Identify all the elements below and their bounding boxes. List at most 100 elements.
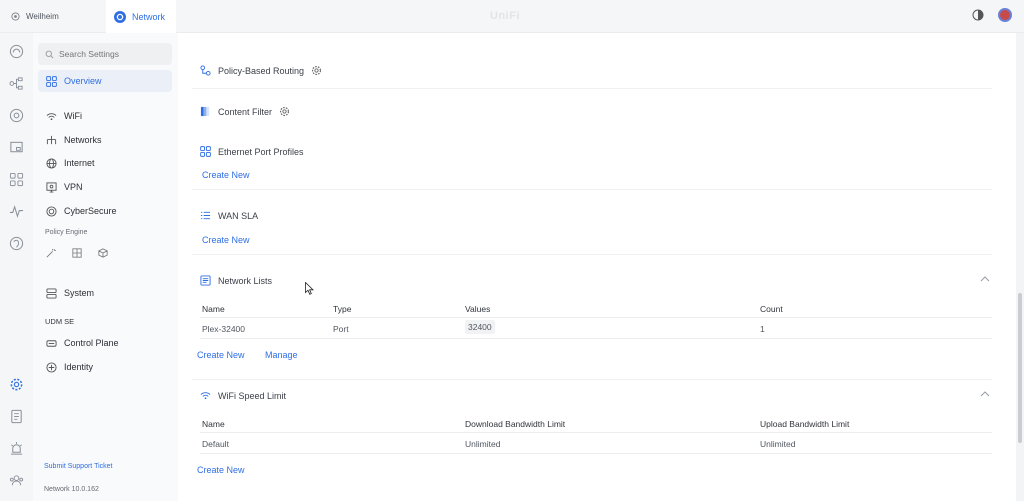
policy-routing-title: Policy-Based Routing [218,65,305,76]
theme-toggle-icon[interactable] [972,9,984,21]
network-app-icon [114,10,126,23]
settings-nav: Overview WiFi Networks Internet VPN Cybe… [33,33,178,501]
insights-icon[interactable] [9,204,24,219]
topology-icon[interactable] [9,76,24,91]
control-plane-icon [46,338,57,349]
routing-icon [200,65,211,76]
sidebar-item-cybersecure[interactable]: CyberSecure [38,200,172,222]
network-lists-icon [200,275,211,286]
col-header-count: Count [760,304,783,314]
wifi-icon [200,390,211,401]
wifi-speed-create-new-link[interactable]: Create New [197,465,245,475]
col-header-name: Name [202,304,225,314]
value-chip: 32400 [465,320,495,334]
ports-icon[interactable] [9,172,24,187]
sidebar-item-vpn[interactable]: VPN [38,176,172,198]
scrollbar-thumb[interactable] [1018,293,1022,443]
network-lists-row[interactable]: Network Lists [200,275,272,286]
divider [192,379,992,380]
wifi-speed-row[interactable]: WiFi Speed Limit [200,390,286,401]
shield-icon [46,205,57,217]
sidebar-item-internet[interactable]: Internet [38,152,172,174]
ethernet-profiles-title: Ethernet Port Profiles [218,146,304,157]
gear-icon[interactable] [311,65,322,76]
search-box[interactable] [38,43,172,65]
search-icon [45,50,54,59]
tab-network[interactable]: Network [106,0,176,33]
vpn-icon [46,181,57,193]
ethernet-profiles-row: Ethernet Port Profiles [200,146,304,157]
admins-icon[interactable] [9,473,24,488]
site-icon [11,12,20,21]
networks-icon [46,135,57,146]
cell-upload: Unlimited [760,439,796,449]
top-bar: Weilheim Network UniFi [0,0,1024,33]
cell-count: 1 [760,324,765,334]
devices-icon[interactable] [9,108,24,123]
sidebar-item-label: Identity [64,362,94,372]
wan-sla-row: WAN SLA [200,210,258,221]
site-name: Weilheim [26,12,59,21]
security-icon[interactable] [9,236,24,251]
network-lists-manage-link[interactable]: Manage [265,350,298,360]
wan-sla-title: WAN SLA [218,210,259,221]
clients-icon[interactable] [9,140,24,155]
col-header-values: Values [465,304,491,314]
sidebar-item-label: Overview [64,76,102,86]
policy-cube-icon[interactable] [98,248,108,258]
sidebar-item-label: System [64,288,95,298]
divider [192,254,992,255]
wifi-speed-title: WiFi Speed Limit [218,390,287,401]
chevron-up-icon[interactable] [980,390,990,398]
sidebar-item-label: Networks [64,135,102,145]
policy-grid-icon[interactable] [72,248,82,258]
policy-engine-label: Policy Engine [45,229,88,236]
search-input[interactable] [59,49,169,59]
dashboard-icon[interactable] [9,44,24,59]
col-header-name: Name [202,419,225,429]
sidebar-item-wifi[interactable]: WiFi [38,105,172,127]
network-lists-create-new-link[interactable]: Create New [197,350,245,360]
sidebar-item-identity[interactable]: Identity [38,356,172,378]
content-filter-row[interactable]: Content Filter [200,106,290,117]
policy-routing-row[interactable]: Policy-Based Routing [200,65,322,76]
sidebar-item-label: Internet [64,158,95,168]
system-icon [46,287,57,299]
avatar[interactable] [998,8,1012,22]
divider [200,338,992,339]
divider [200,453,992,454]
wifi-icon [46,111,57,122]
policy-wand-icon[interactable] [46,248,56,258]
content-filter-icon [200,106,211,117]
ethernet-create-new-link[interactable]: Create New [202,170,250,180]
tab-network-label: Network [132,11,166,22]
overview-icon [46,75,57,87]
sidebar-item-overview[interactable]: Overview [38,70,172,92]
chevron-up-icon[interactable] [980,275,990,283]
divider [200,432,992,433]
device-label: UDM SE [45,317,75,326]
gear-icon[interactable] [279,106,290,117]
logs-icon[interactable] [9,409,24,424]
network-lists-title: Network Lists [218,275,273,286]
cell-download: Unlimited [465,439,501,449]
settings-main: Policy-Based Routing Content Filter Ethe… [178,33,1016,501]
alerts-icon[interactable] [9,441,24,456]
settings-icon[interactable] [9,377,24,392]
globe-icon [46,157,57,169]
support-ticket-link[interactable]: Submit Support Ticket [44,463,112,470]
col-header-type: Type [333,304,352,314]
cell-values: 32400 [465,320,495,334]
site-selector[interactable]: Weilheim [0,0,106,33]
cell-name: Plex-32400 [202,324,246,334]
content-filter-title: Content Filter [218,106,273,117]
sidebar-item-system[interactable]: System [38,282,172,304]
cell-type: Port [333,324,349,334]
sidebar-item-label: Control Plane [64,338,119,348]
divider [200,317,992,318]
col-header-download: Download Bandwidth Limit [465,419,566,429]
sidebar-item-networks[interactable]: Networks [38,129,172,151]
scrollbar[interactable] [1016,33,1024,501]
sidebar-item-control-plane[interactable]: Control Plane [38,332,172,354]
wan-sla-create-new-link[interactable]: Create New [202,235,250,245]
